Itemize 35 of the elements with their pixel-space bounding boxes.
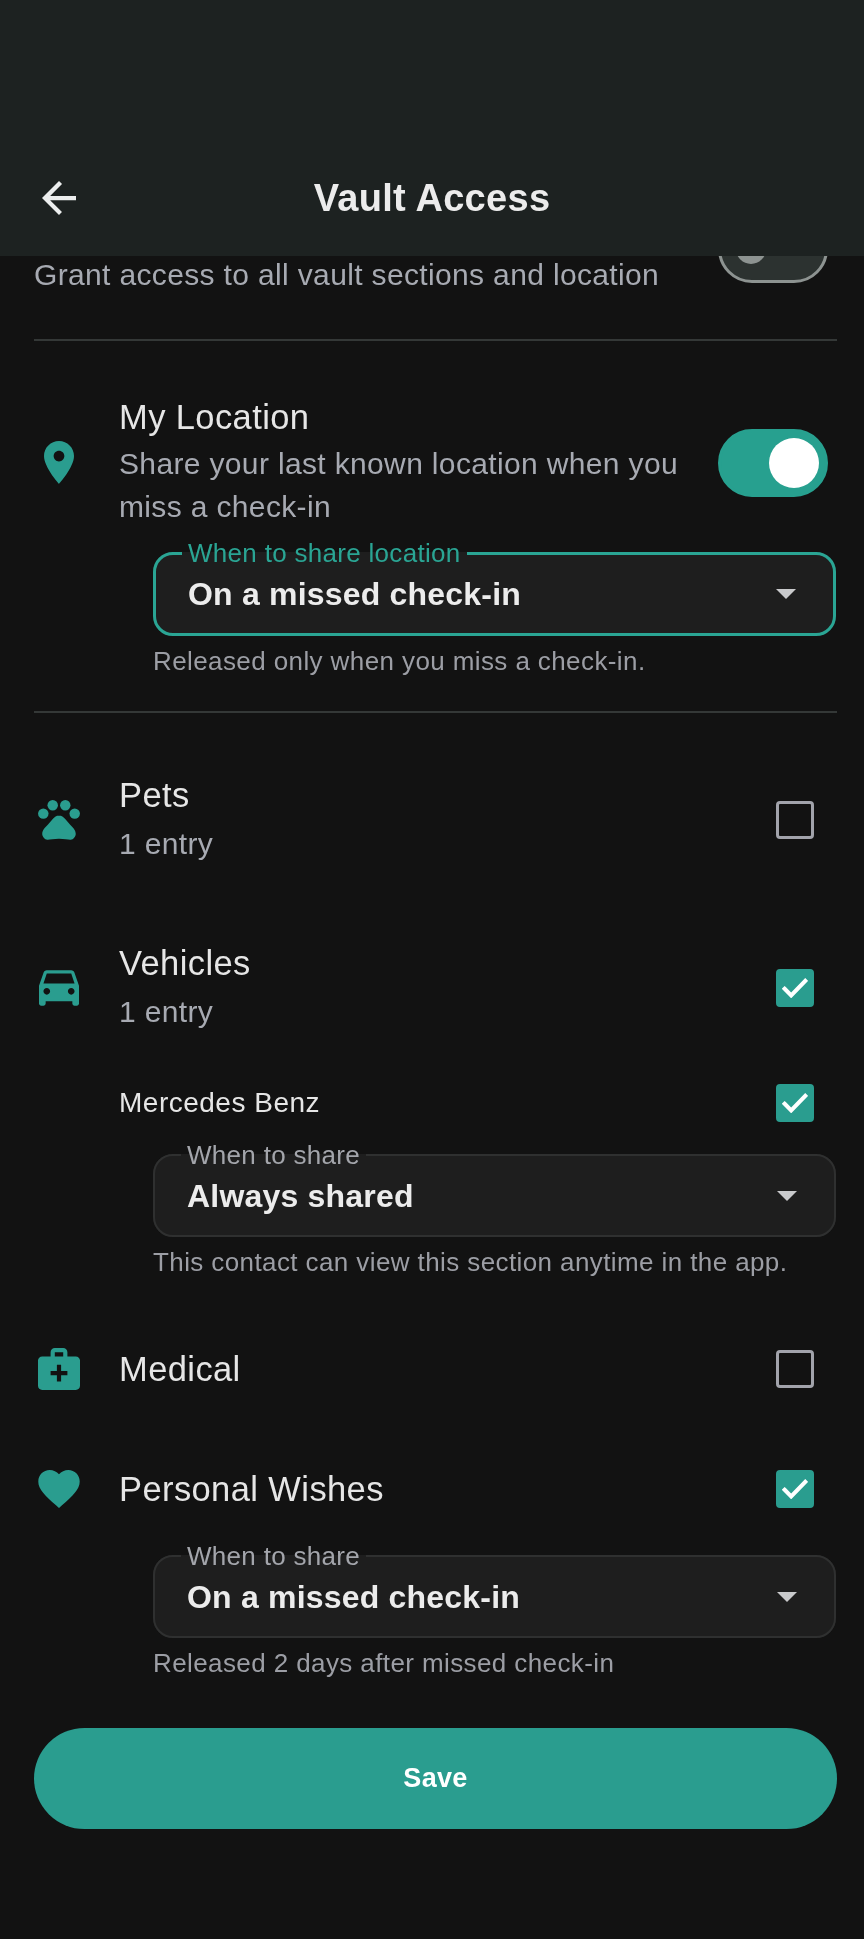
caret-icon [777,1592,797,1602]
heart-icon [38,1470,80,1508]
setting-title: My Location [119,397,311,437]
section-title: Pets [119,775,191,815]
checkbox[interactable] [776,1350,814,1388]
checkbox[interactable] [776,800,814,839]
section-title: Medical [119,1349,242,1389]
field-label: When to share [186,1542,361,1570]
medical-bag-icon [38,1348,80,1390]
location-pin-icon [44,441,74,484]
check-icon [782,1479,808,1499]
entry-title: Mercedes Benz [119,1086,321,1120]
section-title: Vehicles [119,943,252,983]
entry-count: 1 entry [119,994,215,1030]
helper-text: Released 2 days after missed check-in [153,1648,616,1678]
back-arrow-icon [42,181,76,215]
setting-description: Grant access to all vault sections and location [34,257,660,293]
setting-description: Share your last known location when you miss a check-in [119,446,679,525]
car-icon [39,969,79,1006]
caret-icon [776,589,796,599]
helper-text: This contact can view this section anytime in the app. [153,1247,789,1277]
check-icon [782,1093,808,1113]
field-label: When to share [186,1141,361,1169]
paw-icon [38,799,80,840]
checkbox[interactable] [776,1470,814,1508]
screen-title: Vault Access [313,176,551,221]
entry-count: 1 entry [119,826,215,862]
checkbox[interactable] [776,1084,814,1122]
caret-icon [777,1191,797,1201]
field-label: When to share location [187,539,462,567]
check-icon [782,977,808,998]
section-title: Personal Wishes [119,1469,385,1509]
helper-text: Released only when you miss a check-in. [153,646,647,676]
checkbox[interactable] [776,968,814,1007]
back-button[interactable] [42,181,76,215]
